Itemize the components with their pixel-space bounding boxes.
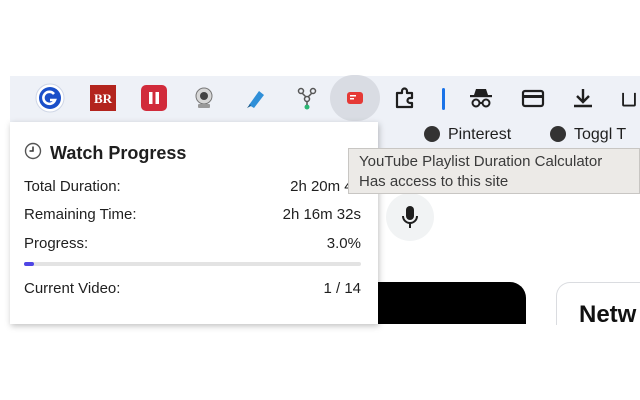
toolbar-divider <box>442 88 445 110</box>
progress-bar <box>24 262 361 266</box>
br-extension-icon[interactable]: BR <box>88 83 118 113</box>
tree-network-icon[interactable] <box>292 83 322 113</box>
tooltip-extension-name: YouTube Playlist Duration Calculator <box>359 153 603 170</box>
current-video-value: 1 / 14 <box>323 280 361 297</box>
progress-label: Progress: <box>24 235 89 252</box>
pause-extension-icon[interactable] <box>139 83 169 113</box>
tooltip-access-text: Has access to this site <box>359 173 509 190</box>
popup-title: Watch Progress <box>50 143 187 163</box>
payment-card-icon[interactable] <box>518 83 548 113</box>
progress-bar-fill <box>24 262 35 266</box>
bookmark-label: Pinterest <box>448 126 512 143</box>
bookmark-label: Toggl T <box>574 126 627 143</box>
download-icon[interactable] <box>568 83 598 113</box>
microphone-icon <box>402 206 418 228</box>
progress-value: 3.0% <box>326 235 361 252</box>
bookmark-toggl[interactable]: Toggl T <box>550 126 626 144</box>
watch-progress-popup: Watch Progress Total Duration: 2h 20m 46… <box>10 122 378 324</box>
youtube-playlist-icon[interactable] <box>340 83 370 113</box>
remaining-time-label: Remaining Time: <box>24 206 137 223</box>
bookmarks-bar: Pinterest Toggl T <box>378 122 640 150</box>
webcam-icon[interactable] <box>189 83 219 113</box>
grammarly-icon[interactable] <box>35 83 65 113</box>
incognito-icon[interactable] <box>466 83 496 113</box>
extension-tooltip: YouTube Playlist Duration Calculator Has… <box>348 148 640 194</box>
toggl-icon <box>550 126 566 142</box>
popup-header: Watch Progress <box>24 142 186 165</box>
br-text: BR <box>94 91 113 106</box>
clock-icon <box>24 142 42 165</box>
content-card[interactable]: Netw <box>556 282 640 325</box>
remaining-time-value: 2h 16m 32s <box>282 206 361 223</box>
video-thumbnail[interactable] <box>378 282 526 324</box>
voice-search-button[interactable] <box>386 193 434 241</box>
puzzle-extensions-icon[interactable] <box>390 83 420 113</box>
bookmark-pinterest[interactable]: Pinterest <box>424 126 511 144</box>
total-duration-label: Total Duration: <box>24 178 121 195</box>
highlighter-icon[interactable] <box>241 83 271 113</box>
pinterest-icon <box>424 126 440 142</box>
current-video-label: Current Video: <box>24 280 121 297</box>
trash-icon[interactable] <box>618 83 640 113</box>
card-title: Netw <box>579 301 637 325</box>
